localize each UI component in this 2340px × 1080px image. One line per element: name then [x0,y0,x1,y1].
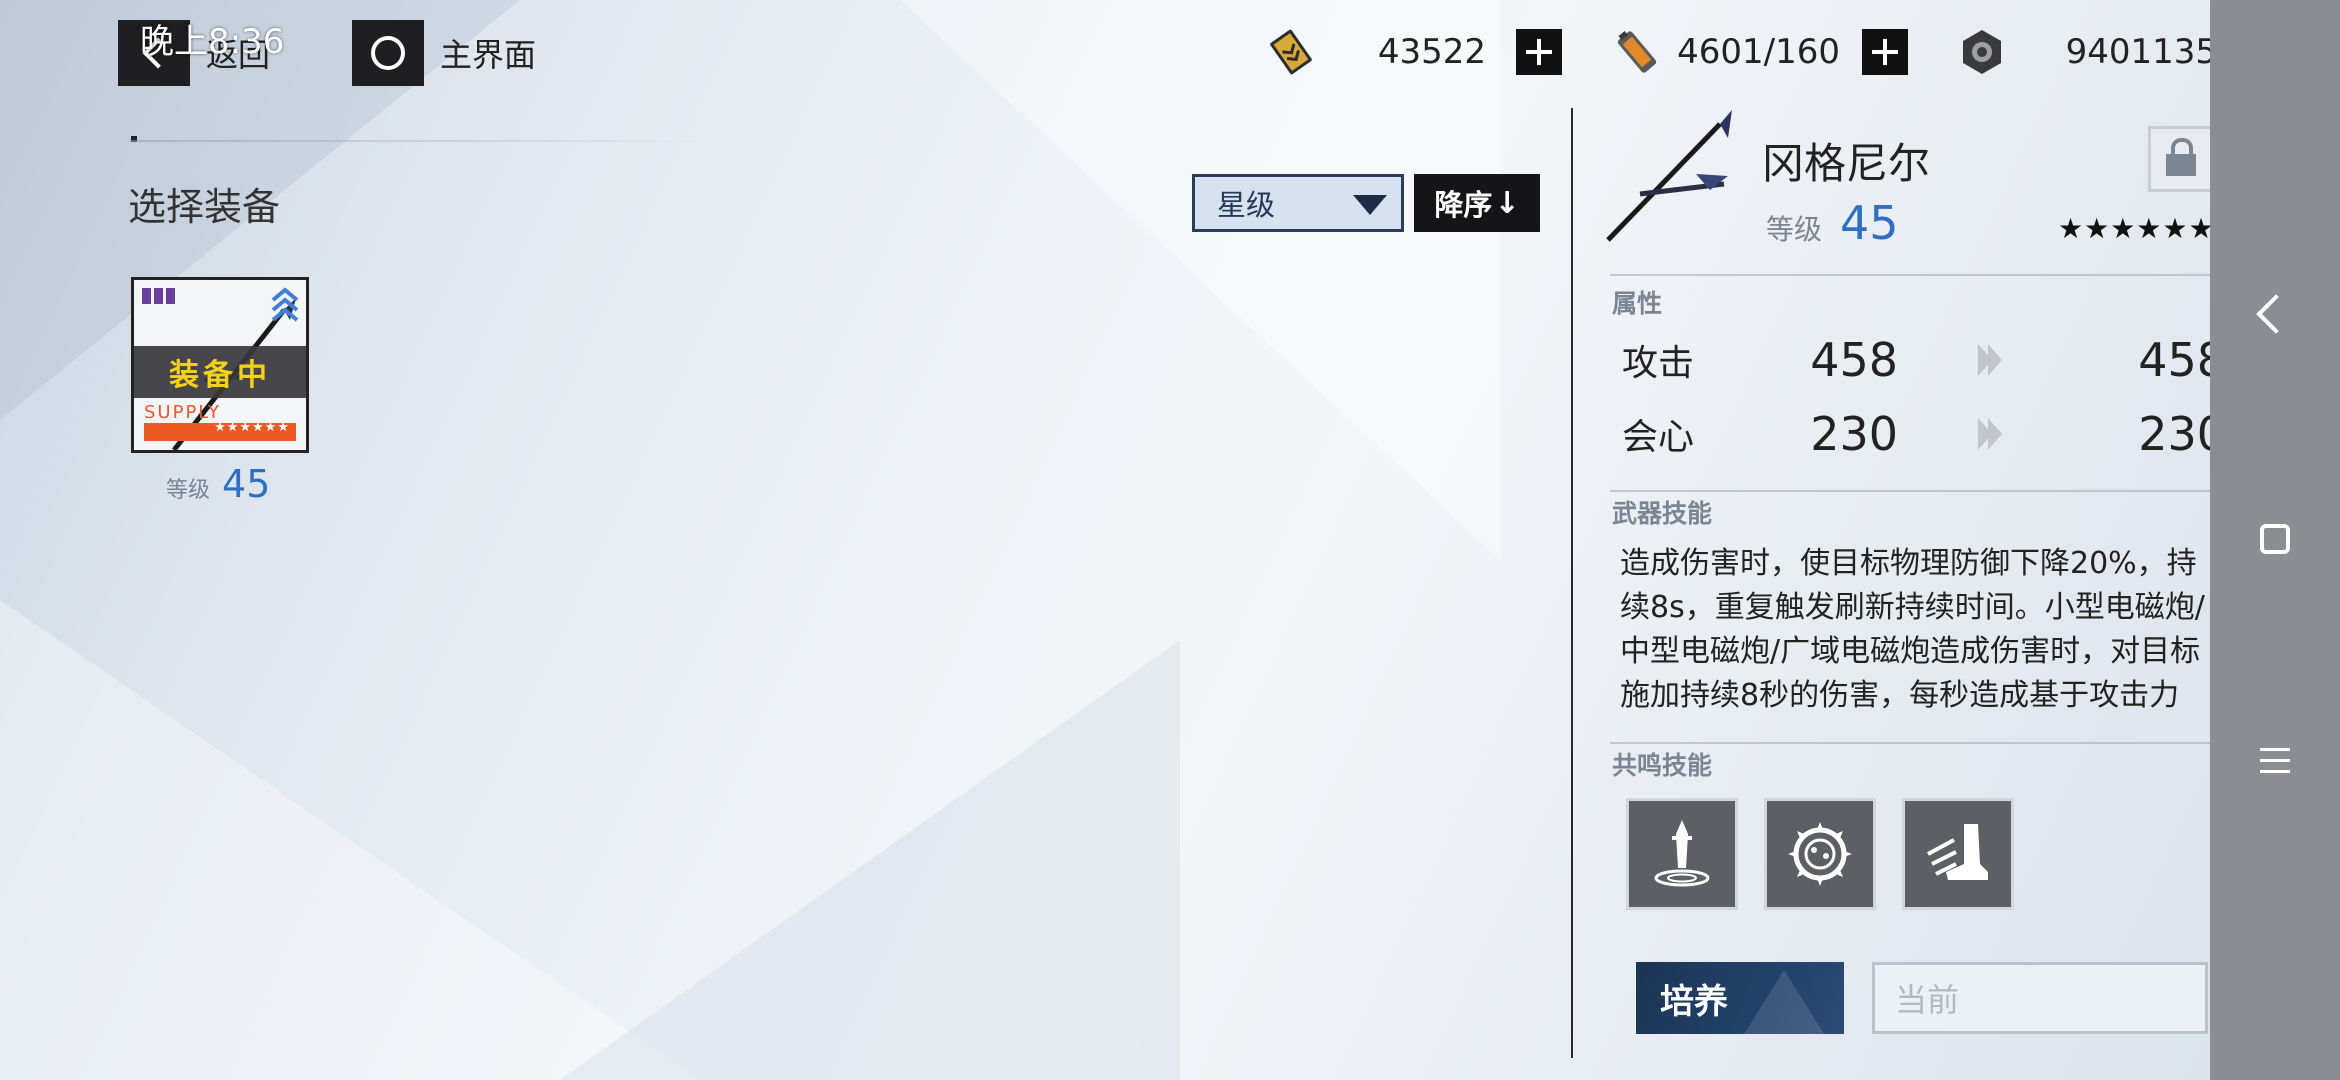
divider [1610,490,2226,492]
lock-button[interactable] [2148,126,2214,192]
home-button[interactable]: 主界面 [352,20,536,86]
current-label: 当前 [1895,981,1960,1019]
stat-current: 458 [1810,333,1898,387]
bg-shape [0,600,700,1080]
divider [1610,742,2226,744]
weapon-name: 冈格尼尔 [1762,139,1931,188]
resource-energy: 4601/160 [1610,20,1908,84]
home-ring-icon [352,20,424,86]
train-button[interactable]: 培养 [1636,962,1844,1034]
stat-name: 攻击 [1622,343,1695,384]
equipped-banner: 装备中 [134,346,306,398]
sort-field-dropdown[interactable]: 星级 [1192,174,1404,232]
battery-cell-icon [1610,25,1664,79]
weapon-skill-text[interactable]: 造成伤害时，使目标物理防御下降20%，持续8s，重复触发刷新持续时间。小型电磁炮… [1620,542,2210,722]
current-button[interactable]: 当前 [1872,962,2208,1034]
nav-home-icon[interactable] [2260,524,2290,554]
double-chevron-icon [1978,418,2018,450]
sword-drop-icon[interactable] [1626,798,1738,910]
spear-weapon-icon [1606,110,1732,242]
equipment-card[interactable]: 装备中 SUPPLY ★★★★★★ [131,277,309,453]
divider [130,140,720,142]
arrow-down-icon: ↓ [1494,185,1520,221]
stat-next: 230 [2138,407,2226,461]
bg-shape [900,0,1500,560]
stat-next: 458 [2138,333,2226,387]
hex-nut-icon [1955,25,2009,79]
resource-value: 43522 [1377,32,1486,72]
rank-chevron-icon [271,287,299,322]
train-label: 培养 [1660,981,1728,1022]
weapon-level-value: 45 [1840,196,1899,250]
resource-value: 9401135 [2065,32,2217,72]
rarity-stripes-icon [142,288,175,304]
resource-value: 4601/160 [1677,32,1840,72]
add-energy-button[interactable] [1862,29,1908,75]
card-stars: ★★★★★★ [214,420,290,435]
card-level-label: 等级 [166,478,211,503]
panel-divider [1571,108,1573,1058]
weapon-stars: ★★★★★★ [2058,212,2215,245]
weapon-level: 等级 45 [1766,196,1899,250]
resource-ticket: 43522 [1264,20,1562,84]
attr-title: 属性 [1612,289,1663,318]
stat-name: 会心 [1622,417,1695,458]
bg-shape [560,640,1180,1080]
spiked-orb-icon[interactable] [1764,798,1876,910]
weapon-level-label: 等级 [1766,213,1823,246]
divider [1610,274,2226,276]
page-title: 选择装备 [128,185,281,229]
status-time: 晚上8:36 [140,22,285,62]
card-ticket-icon [1264,25,1318,79]
add-ticket-button[interactable] [1516,29,1562,75]
sort-order-button[interactable]: 降序 ↓ [1414,174,1540,232]
sort-order-label: 降序 [1434,188,1493,222]
double-chevron-icon [1978,344,2018,376]
card-level: 等级 45 [166,462,270,506]
resonance-title: 共鸣技能 [1612,751,1713,780]
detail-panel: 冈格尼尔 等级 45 ★★★★★★ 属性 攻击 458 458 会心 230 2… [1590,100,2226,1060]
dropdown-triangle-icon [1353,195,1387,215]
resonance-skill-list [1626,798,2014,910]
equipped-status: 装备中 [169,358,271,393]
card-level-value: 45 [222,462,271,506]
lock-icon [2166,138,2196,176]
stat-row: 会心 230 230 [1622,404,2226,464]
winged-boot-icon[interactable] [1902,798,2014,910]
supply-brand: SUPPLY [144,402,221,423]
decor-triangle [1744,970,1824,1034]
weapon-skill-title: 武器技能 [1612,499,1713,528]
stat-row: 攻击 458 458 [1622,330,2226,390]
home-label: 主界面 [440,36,537,74]
stat-current: 230 [1810,407,1898,461]
sort-field-value: 星级 [1217,188,1276,222]
nav-menu-icon[interactable] [2260,748,2290,774]
